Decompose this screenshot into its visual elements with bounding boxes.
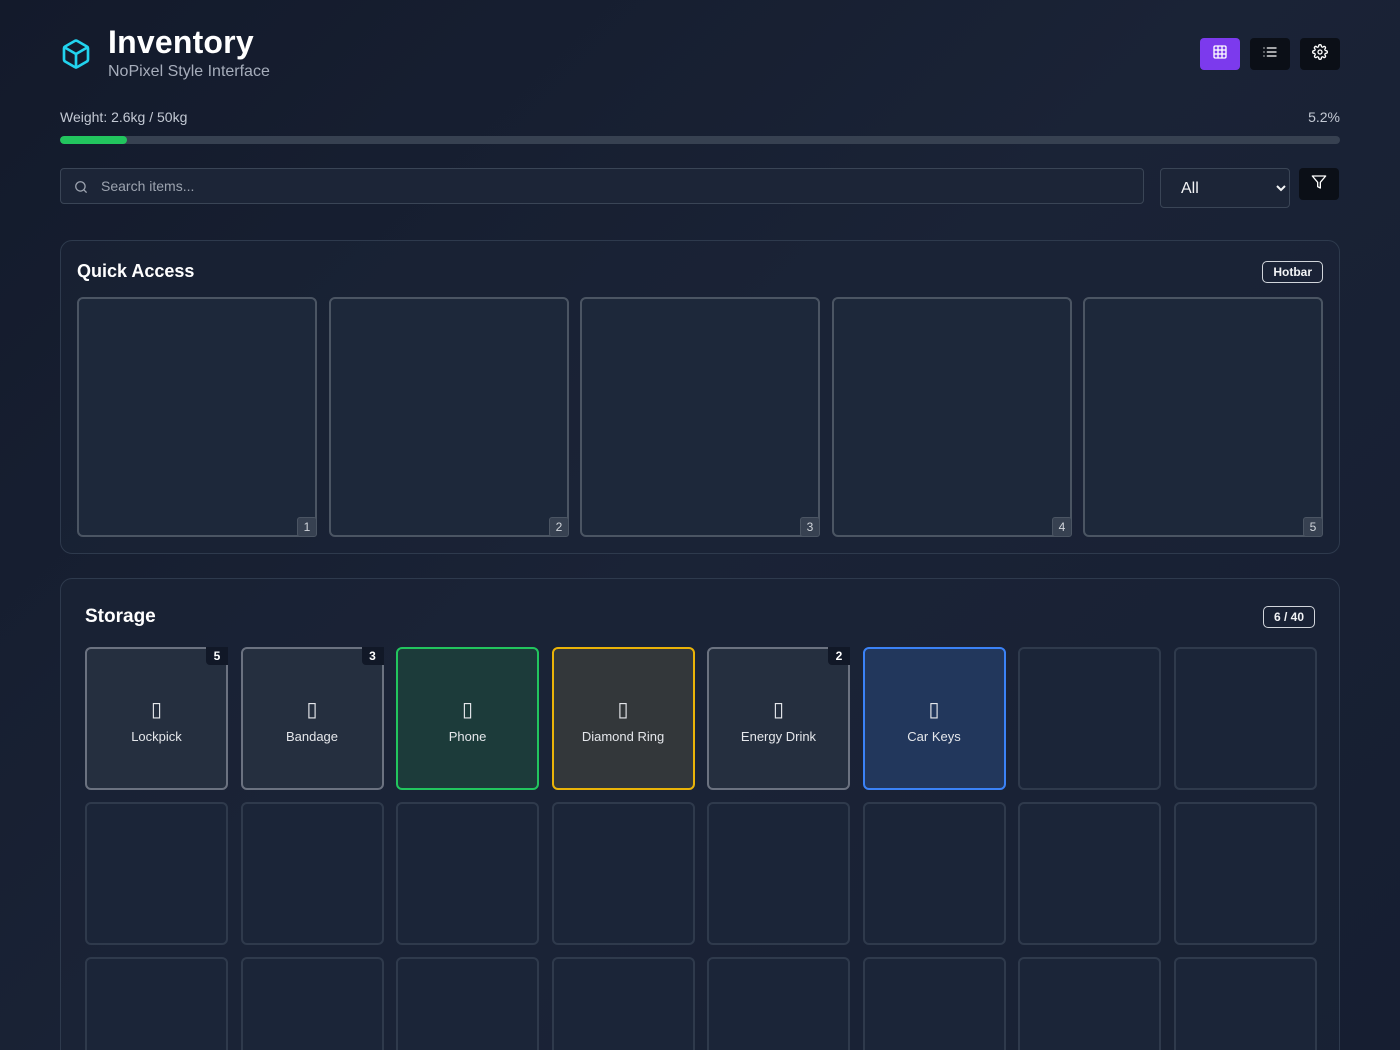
settings-button[interactable]: [1300, 38, 1340, 70]
storage-slot-empty[interactable]: [551, 802, 695, 945]
storage-slot-empty[interactable]: [862, 957, 1006, 1050]
storage-slot-empty[interactable]: [85, 957, 228, 1050]
storage-grid: ▯ Lockpick 5 ▯ Bandage 3 ▯ Phone ▯ Diamond Ring ▯ E…: [85, 647, 1317, 1050]
list-view-button[interactable]: [1250, 38, 1290, 70]
storage-count-badge: 6 / 40: [1262, 606, 1315, 628]
hotbar-slot-number: 5: [1303, 517, 1323, 537]
hotbar-slot-5[interactable]: 5: [1083, 297, 1323, 537]
grid-view-button[interactable]: [1200, 38, 1240, 70]
storage-slot-item[interactable]: ▯ Phone: [396, 647, 539, 790]
storage-slot-item[interactable]: ▯ Car Keys: [862, 647, 1006, 790]
storage-slot-empty[interactable]: [240, 957, 384, 1050]
category-select[interactable]: All: [1160, 168, 1290, 208]
storage-slot-item[interactable]: ▯ Energy Drink 2: [707, 647, 850, 790]
search-box: [60, 168, 1144, 204]
item-name: Diamond Ring: [581, 729, 665, 744]
inventory-page: Inventory NoPixel Style Interface Weight…: [0, 0, 1400, 1050]
header: Inventory NoPixel Style Interface: [60, 22, 1340, 86]
view-toolbar: [1200, 38, 1340, 70]
hotbar-slot-number: 1: [297, 517, 317, 537]
weight-progress-fill: [60, 136, 127, 144]
storage-panel: Storage 6 / 40 ▯ Lockpick 5 ▯ Bandage 3 ▯ Phone…: [60, 578, 1340, 1050]
storage-slot-empty[interactable]: [396, 802, 539, 945]
storage-slot-empty[interactable]: [1018, 957, 1161, 1050]
item-quantity-badge: 5: [206, 647, 228, 665]
item-quantity-badge: 2: [828, 647, 850, 665]
bandage-icon: ▯: [306, 697, 318, 721]
phone-icon: ▯: [461, 697, 473, 721]
storage-slot-empty[interactable]: [240, 802, 384, 945]
item-name: Phone: [448, 729, 487, 744]
item-name: Bandage: [285, 729, 339, 744]
item-name: Energy Drink: [740, 729, 817, 744]
search-icon: [74, 180, 88, 199]
drink-icon: ▯: [772, 697, 784, 721]
storage-slot-empty[interactable]: [1018, 802, 1161, 945]
storage-slot-empty[interactable]: [551, 957, 695, 1050]
key-icon: ▯: [928, 697, 940, 721]
item-name: Lockpick: [131, 729, 182, 744]
cube-icon: [60, 38, 92, 70]
storage-slot-empty[interactable]: [1173, 957, 1317, 1050]
ring-icon: ▯: [617, 697, 629, 721]
gear-icon: [1312, 43, 1328, 65]
list-icon: [1262, 44, 1278, 65]
item-quantity-badge: 3: [361, 647, 384, 665]
hotbar-slot-number: 4: [1052, 517, 1072, 537]
storage-slot-empty[interactable]: [1173, 802, 1317, 945]
hotbar-slot-1[interactable]: 1: [77, 297, 317, 537]
page-title: Inventory: [108, 24, 254, 60]
storage-slot-item[interactable]: ▯ Lockpick 5: [85, 647, 228, 790]
storage-slot-empty[interactable]: [396, 957, 539, 1050]
lockpick-icon: ▯: [150, 697, 162, 721]
hotbar-slot-number: 3: [800, 517, 820, 537]
page-subtitle: NoPixel Style Interface: [108, 63, 270, 80]
hotbar-slot-number: 2: [549, 517, 569, 537]
filter-button[interactable]: [1299, 168, 1339, 200]
storage-title: Storage: [85, 606, 156, 627]
storage-slot-item[interactable]: ▯ Diamond Ring: [551, 647, 695, 790]
grid-icon: [1212, 44, 1228, 65]
weight-progress-bar: [60, 136, 1340, 144]
quick-access-panel: Quick Access Hotbar 1 2 3 4 5: [60, 240, 1340, 554]
weight-percent: 5.2%: [1308, 109, 1340, 125]
storage-slot-empty[interactable]: [1173, 647, 1317, 790]
hotbar-slot-2[interactable]: 2: [329, 297, 569, 537]
quick-access-title: Quick Access: [77, 261, 195, 281]
filter-icon: [1311, 174, 1327, 195]
storage-slot-empty[interactable]: [1018, 647, 1161, 790]
storage-slot-item[interactable]: ▯ Bandage 3: [240, 647, 384, 790]
hotbar-badge: Hotbar: [1262, 261, 1323, 283]
storage-slot-empty[interactable]: [85, 802, 228, 945]
hotbar-slot-4[interactable]: 4: [832, 297, 1072, 537]
weight-label: Weight: 2.6kg / 50kg: [60, 109, 188, 125]
hotbar-slot-3[interactable]: 3: [580, 297, 820, 537]
search-input[interactable]: [101, 169, 1135, 203]
storage-slot-empty[interactable]: [707, 802, 850, 945]
storage-slot-empty[interactable]: [862, 802, 1006, 945]
storage-slot-empty[interactable]: [707, 957, 850, 1050]
item-name: Car Keys: [907, 729, 961, 744]
